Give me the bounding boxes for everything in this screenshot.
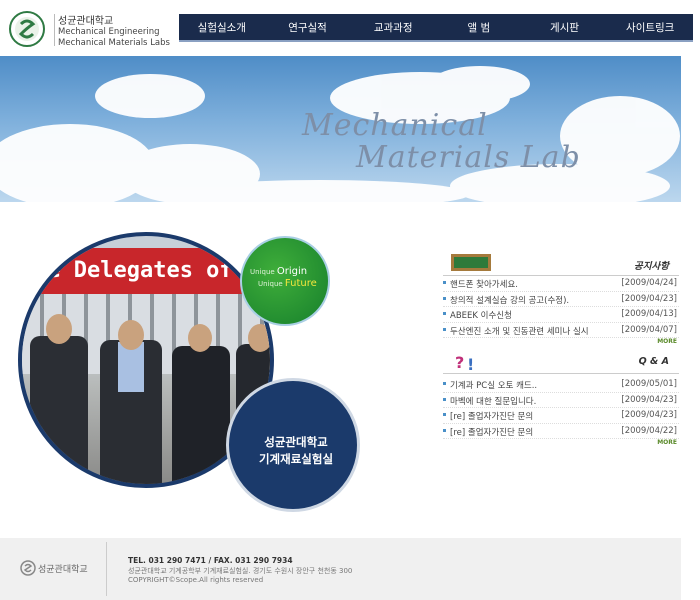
notice-item[interactable]: ABEEK 이수신청 [2009/04/13] — [443, 307, 679, 323]
header: 성균관대학교 Mechanical Engineering Mechanical… — [0, 0, 700, 56]
photo-banner-text: ne Delegates of K — [34, 258, 260, 283]
logo-lab-name: Mechanical Materials Labs — [58, 38, 170, 48]
nav-item-album[interactable]: 앨 범 — [436, 20, 522, 35]
notice-panel: 공지사항 핸드폰 찾아가세요. [2009/04/24] 창의적 설계실습 강의… — [443, 250, 679, 345]
bullet-icon — [443, 413, 446, 416]
nav-item-site-links[interactable]: 사이트링크 — [607, 20, 693, 35]
university-logo[interactable]: 성균관대학교 Mechanical Engineering Mechanical… — [8, 10, 178, 52]
notice-item-date: [2009/04/13] — [621, 309, 677, 319]
qa-item[interactable]: 마벡에 대한 질문입니다. [2009/04/23] — [443, 393, 679, 408]
unique-origin-badge: Unique Origin Unique Future — [240, 236, 330, 326]
person-head — [248, 324, 270, 352]
notice-item-title[interactable]: 창의적 설계실습 강의 공고(수정). — [450, 294, 569, 306]
qa-item[interactable]: [re] 졸업자가진단 문의 [2009/04/23] — [443, 408, 679, 424]
footer-divider — [106, 542, 107, 596]
footer-address: 성균관대학교 기계공학부 기계재료실험실. 경기도 수원시 장안구 천천동 30… — [128, 567, 353, 575]
notice-item-title[interactable]: 두산엔진 소개 및 진동관련 세미나 실시 — [450, 325, 589, 337]
qa-more-button[interactable]: MORE — [657, 439, 677, 446]
qa-item-date: [2009/04/23] — [621, 394, 677, 405]
svg-text:!: ! — [467, 355, 474, 373]
person-head — [188, 324, 212, 352]
footer-emblem-icon — [20, 560, 36, 576]
notice-title: 공지사항 — [634, 261, 669, 272]
footer-contact: TEL. 031 290 7471 / FAX. 031 290 7934 — [128, 556, 293, 565]
bullet-icon — [443, 382, 446, 385]
notice-item[interactable]: 두산엔진 소개 및 진동관련 세미나 실시 [2009/04/07] — [443, 323, 679, 338]
qa-panel: ? ! Q & A 기계과 PC실 오토 캐드.. [2009/05/01] 마… — [443, 348, 679, 446]
notice-more-button[interactable]: MORE — [657, 338, 677, 345]
hero-banner: Mechanical Materials Lab — [0, 56, 681, 202]
bullet-icon — [443, 296, 446, 300]
qa-title: Q & A — [638, 356, 669, 367]
logo-divider — [54, 14, 55, 46]
footer-copyright: COPYRIGHT©Scope.All rights reserved — [128, 576, 264, 584]
person-figure — [30, 336, 88, 484]
notice-item-date: [2009/04/23] — [621, 293, 677, 304]
notice-item-date: [2009/04/24] — [621, 278, 677, 288]
bullet-icon — [443, 327, 446, 331]
nav-item-research[interactable]: 연구실적 — [265, 20, 351, 35]
qa-item-title[interactable]: 기계과 PC실 오토 캐드.. — [450, 379, 537, 391]
origin-line: Unique Origin — [250, 266, 308, 277]
future-line: Unique Future — [258, 278, 317, 289]
person-head — [118, 320, 144, 350]
qa-item-title[interactable]: [re] 졸업자가진단 문의 — [450, 426, 533, 438]
university-emblem-icon — [9, 11, 45, 47]
qa-item-date: [2009/05/01] — [621, 379, 677, 389]
qa-header: ? ! Q & A — [443, 348, 679, 374]
notice-item[interactable]: 핸드폰 찾아가세요. [2009/04/24] — [443, 276, 679, 292]
qa-item[interactable]: 기계과 PC실 오토 캐드.. [2009/05/01] — [443, 377, 679, 393]
bullet-icon — [443, 428, 446, 432]
svg-text:?: ? — [455, 353, 464, 372]
footer-university-name: 성균관대학교 — [38, 565, 88, 575]
person-head — [46, 314, 72, 344]
qa-item-date: [2009/04/22] — [621, 425, 677, 436]
nav-item-lab-intro[interactable]: 실험실소개 — [179, 20, 265, 35]
banner-title-line1: Mechanical — [302, 108, 488, 143]
notice-item-title[interactable]: 핸드폰 찾아가세요. — [450, 278, 518, 290]
notice-item[interactable]: 창의적 설계실습 강의 공고(수정). [2009/04/23] — [443, 292, 679, 307]
qa-item[interactable]: [re] 졸업자가진단 문의 [2009/04/22] — [443, 424, 679, 439]
notice-item-title[interactable]: ABEEK 이수신청 — [450, 309, 512, 321]
question-exclamation-icon: ? ! — [455, 353, 474, 373]
person-figure — [172, 346, 230, 484]
footer-logo: 성균관대학교 — [20, 556, 106, 582]
logo-department: Mechanical Engineering — [58, 27, 160, 37]
qa-item-title[interactable]: [re] 졸업자가진단 문의 — [450, 410, 533, 422]
notice-header: 공지사항 — [443, 250, 679, 276]
lab-university: 성균관대학교 — [264, 435, 328, 449]
chalkboard-icon — [451, 254, 491, 271]
footer: 성균관대학교 TEL. 031 290 7471 / FAX. 031 290 … — [0, 538, 681, 600]
bullet-icon — [443, 312, 446, 315]
bullet-icon — [443, 397, 446, 401]
lab-name: 기계재료실험실 — [258, 452, 334, 466]
notice-item-date: [2009/04/07] — [621, 324, 677, 335]
lab-name-badge: 성균관대학교 기계재료실험실 — [226, 378, 360, 512]
qa-item-title[interactable]: 마벡에 대한 질문입니다. — [450, 395, 536, 407]
nav-item-curriculum[interactable]: 교과과정 — [350, 20, 436, 35]
main-nav: 실험실소개 연구실적 교과과정 앨 범 게시판 사이트링크 — [179, 14, 693, 42]
nav-item-board[interactable]: 게시판 — [522, 20, 608, 35]
logo-university-name: 성균관대학교 — [58, 16, 114, 27]
bullet-icon — [443, 281, 446, 284]
qa-item-date: [2009/04/23] — [621, 410, 677, 420]
banner-title-line2: Materials Lab — [356, 140, 581, 175]
